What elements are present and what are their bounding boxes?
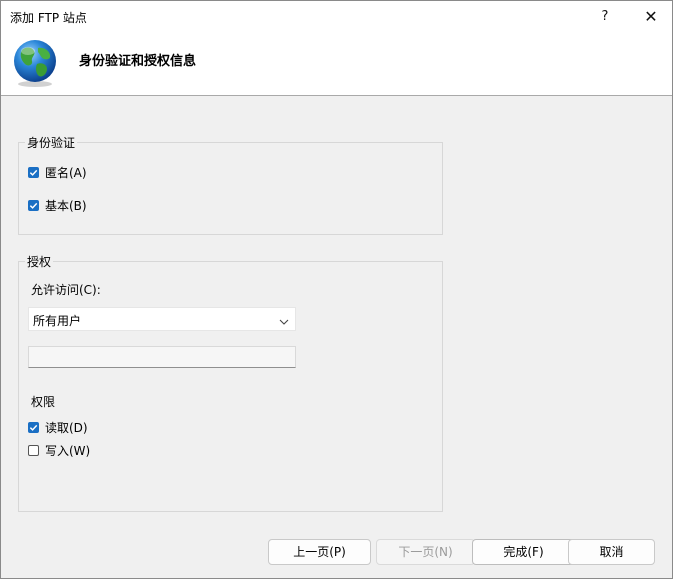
title-bar: 添加 FTP 站点 ? ✕ — [1, 1, 672, 33]
checkbox-checked-icon — [28, 200, 39, 211]
chevron-down-icon — [279, 315, 289, 325]
checkbox-checked-icon — [28, 167, 39, 178]
help-button[interactable]: ? — [591, 5, 619, 29]
authentication-group-label: 身份验证 — [25, 134, 78, 151]
window-title: 添加 FTP 站点 — [10, 11, 87, 25]
add-ftp-site-dialog: 添加 FTP 站点 ? ✕ 身份验证和授权信息 身份验证 匿名(A) 基本(B)… — [0, 0, 673, 579]
checkbox-checked-icon — [28, 422, 39, 433]
allow-access-label: 允许访问(C): — [31, 283, 101, 297]
allow-access-selected-value: 所有用户 — [33, 314, 82, 328]
authorization-group-label: 授权 — [25, 253, 54, 270]
basic-label: 基本(B) — [45, 199, 87, 213]
users-input[interactable] — [28, 346, 296, 368]
read-label: 读取(D) — [45, 421, 88, 435]
page-title: 身份验证和授权信息 — [79, 54, 197, 69]
authorization-group — [18, 261, 443, 512]
globe-icon — [10, 38, 60, 88]
previous-button[interactable]: 上一页(P) — [268, 539, 371, 565]
wizard-header: 身份验证和授权信息 — [1, 33, 672, 96]
read-checkbox[interactable]: 读取(D) — [28, 419, 88, 436]
write-label: 写入(W) — [45, 444, 91, 458]
permissions-label: 权限 — [31, 395, 56, 409]
close-button[interactable]: ✕ — [637, 5, 665, 29]
allow-access-dropdown[interactable]: 所有用户 — [28, 307, 296, 331]
cancel-button[interactable]: 取消 — [568, 539, 655, 565]
checkbox-unchecked-icon — [28, 445, 39, 456]
finish-button[interactable]: 完成(F) — [472, 539, 575, 565]
anonymous-label: 匿名(A) — [45, 166, 87, 180]
authentication-group — [18, 142, 443, 235]
basic-checkbox[interactable]: 基本(B) — [28, 197, 87, 214]
write-checkbox[interactable]: 写入(W) — [28, 442, 90, 459]
anonymous-checkbox[interactable]: 匿名(A) — [28, 164, 87, 181]
next-button[interactable]: 下一页(N) — [376, 539, 475, 565]
